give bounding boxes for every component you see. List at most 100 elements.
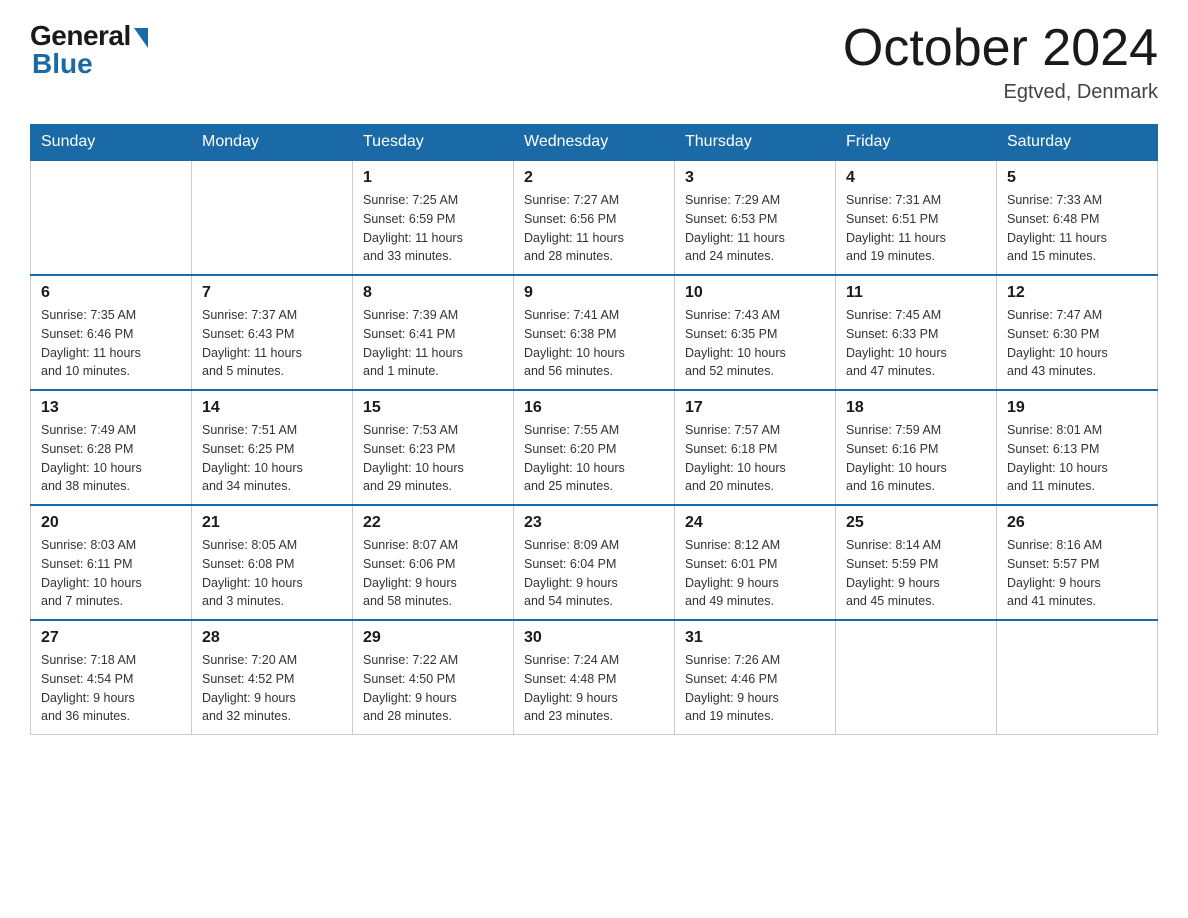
calendar-week-row: 20Sunrise: 8:03 AM Sunset: 6:11 PM Dayli… [31, 505, 1158, 620]
day-info: Sunrise: 8:03 AM Sunset: 6:11 PM Dayligh… [41, 536, 181, 611]
day-info: Sunrise: 7:37 AM Sunset: 6:43 PM Dayligh… [202, 306, 342, 381]
calendar-cell: 21 Sunrise: 8:05 AM Sunset: 6:08 PM Dayli… [192, 505, 353, 620]
day-info: Sunrise: 7:55 AM Sunset: 6:20 PM Dayligh… [524, 421, 664, 496]
calendar-cell: 31 Sunrise: 7:26 AM Sunset: 4:46 PM Dayli… [675, 620, 836, 735]
day-number: 13 [41, 399, 181, 417]
calendar-header-friday: Friday [836, 125, 997, 161]
day-info: Sunrise: 7:51 AM Sunset: 6:25 PM Dayligh… [202, 421, 342, 496]
calendar-cell: 6Sunrise: 7:35 AM Sunset: 6:46 PM Daylig… [31, 275, 192, 390]
calendar-cell: 25 Sunrise: 8:14 AM Sunset: 5:59 PM Dayli… [836, 505, 997, 620]
day-number: 11 [846, 284, 986, 302]
calendar-cell: 1 Sunrise: 7:25 AM Sunset: 6:59 PM Daylig… [353, 160, 514, 275]
location: Egtved, Denmark [843, 81, 1158, 104]
day-info: Sunrise: 7:39 AM Sunset: 6:41 PM Dayligh… [363, 306, 503, 381]
day-number: 17 [685, 399, 825, 417]
day-info: Sunrise: 8:05 AM Sunset: 6:08 PM Dayligh… [202, 536, 342, 611]
calendar-header-row: SundayMondayTuesdayWednesdayThursdayFrid… [31, 125, 1158, 161]
day-info: Sunrise: 7:25 AM Sunset: 6:59 PM Dayligh… [363, 191, 503, 266]
day-info: Sunrise: 7:24 AM Sunset: 4:48 PM Dayligh… [524, 651, 664, 726]
day-number: 19 [1007, 399, 1147, 417]
page-header: General Blue October 2024 Egtved, Denmar… [30, 20, 1158, 104]
day-number: 26 [1007, 514, 1147, 532]
calendar-cell: 5Sunrise: 7:33 AM Sunset: 6:48 PM Daylig… [997, 160, 1158, 275]
calendar-cell: 20Sunrise: 8:03 AM Sunset: 6:11 PM Dayli… [31, 505, 192, 620]
day-number: 21 [202, 514, 342, 532]
day-number: 24 [685, 514, 825, 532]
calendar-header-sunday: Sunday [31, 125, 192, 161]
calendar-cell [997, 620, 1158, 735]
day-info: Sunrise: 8:14 AM Sunset: 5:59 PM Dayligh… [846, 536, 986, 611]
day-number: 25 [846, 514, 986, 532]
day-info: Sunrise: 7:47 AM Sunset: 6:30 PM Dayligh… [1007, 306, 1147, 381]
day-number: 14 [202, 399, 342, 417]
calendar-cell: 26 Sunrise: 8:16 AM Sunset: 5:57 PM Dayli… [997, 505, 1158, 620]
day-info: Sunrise: 7:31 AM Sunset: 6:51 PM Dayligh… [846, 191, 986, 266]
calendar-cell: 14 Sunrise: 7:51 AM Sunset: 6:25 PM Dayli… [192, 390, 353, 505]
calendar-header-wednesday: Wednesday [514, 125, 675, 161]
day-info: Sunrise: 7:45 AM Sunset: 6:33 PM Dayligh… [846, 306, 986, 381]
calendar-cell: 9 Sunrise: 7:41 AM Sunset: 6:38 PM Daylig… [514, 275, 675, 390]
calendar-header-thursday: Thursday [675, 125, 836, 161]
calendar-cell: 12 Sunrise: 7:47 AM Sunset: 6:30 PM Dayli… [997, 275, 1158, 390]
calendar-cell: 27Sunrise: 7:18 AM Sunset: 4:54 PM Dayli… [31, 620, 192, 735]
day-info: Sunrise: 7:53 AM Sunset: 6:23 PM Dayligh… [363, 421, 503, 496]
calendar-cell [31, 160, 192, 275]
day-number: 28 [202, 629, 342, 647]
day-number: 29 [363, 629, 503, 647]
calendar-cell: 2 Sunrise: 7:27 AM Sunset: 6:56 PM Daylig… [514, 160, 675, 275]
calendar-header-monday: Monday [192, 125, 353, 161]
calendar-cell: 28 Sunrise: 7:20 AM Sunset: 4:52 PM Dayli… [192, 620, 353, 735]
calendar-cell: 19 Sunrise: 8:01 AM Sunset: 6:13 PM Dayli… [997, 390, 1158, 505]
month-title: October 2024 [843, 20, 1158, 77]
day-number: 15 [363, 399, 503, 417]
calendar-cell: 13 Sunrise: 7:49 AM Sunset: 6:28 PM Dayli… [31, 390, 192, 505]
day-number: 30 [524, 629, 664, 647]
calendar-cell: 15 Sunrise: 7:53 AM Sunset: 6:23 PM Dayli… [353, 390, 514, 505]
calendar-cell: 24Sunrise: 8:12 AM Sunset: 6:01 PM Dayli… [675, 505, 836, 620]
calendar-cell: 22 Sunrise: 8:07 AM Sunset: 6:06 PM Dayli… [353, 505, 514, 620]
day-info: Sunrise: 7:26 AM Sunset: 4:46 PM Dayligh… [685, 651, 825, 726]
day-number: 2 [524, 169, 664, 187]
day-info: Sunrise: 7:49 AM Sunset: 6:28 PM Dayligh… [41, 421, 181, 496]
calendar-cell: 29Sunrise: 7:22 AM Sunset: 4:50 PM Dayli… [353, 620, 514, 735]
day-info: Sunrise: 7:41 AM Sunset: 6:38 PM Dayligh… [524, 306, 664, 381]
calendar-table: SundayMondayTuesdayWednesdayThursdayFrid… [30, 124, 1158, 735]
day-info: Sunrise: 8:01 AM Sunset: 6:13 PM Dayligh… [1007, 421, 1147, 496]
calendar-cell: 30 Sunrise: 7:24 AM Sunset: 4:48 PM Dayli… [514, 620, 675, 735]
day-number: 22 [363, 514, 503, 532]
day-number: 3 [685, 169, 825, 187]
calendar-cell: 18 Sunrise: 7:59 AM Sunset: 6:16 PM Dayli… [836, 390, 997, 505]
day-number: 23 [524, 514, 664, 532]
title-area: October 2024 Egtved, Denmark [843, 20, 1158, 104]
calendar-cell: 11 Sunrise: 7:45 AM Sunset: 6:33 PM Dayli… [836, 275, 997, 390]
calendar-cell: 3 Sunrise: 7:29 AM Sunset: 6:53 PM Daylig… [675, 160, 836, 275]
day-number: 31 [685, 629, 825, 647]
day-number: 12 [1007, 284, 1147, 302]
calendar-cell: 16 Sunrise: 7:55 AM Sunset: 6:20 PM Dayli… [514, 390, 675, 505]
calendar-week-row: 1 Sunrise: 7:25 AM Sunset: 6:59 PM Daylig… [31, 160, 1158, 275]
day-info: Sunrise: 7:59 AM Sunset: 6:16 PM Dayligh… [846, 421, 986, 496]
day-number: 7 [202, 284, 342, 302]
day-number: 10 [685, 284, 825, 302]
day-info: Sunrise: 7:20 AM Sunset: 4:52 PM Dayligh… [202, 651, 342, 726]
day-info: Sunrise: 7:43 AM Sunset: 6:35 PM Dayligh… [685, 306, 825, 381]
day-info: Sunrise: 8:07 AM Sunset: 6:06 PM Dayligh… [363, 536, 503, 611]
day-info: Sunrise: 7:29 AM Sunset: 6:53 PM Dayligh… [685, 191, 825, 266]
day-info: Sunrise: 7:27 AM Sunset: 6:56 PM Dayligh… [524, 191, 664, 266]
calendar-cell: 7 Sunrise: 7:37 AM Sunset: 6:43 PM Daylig… [192, 275, 353, 390]
logo: General Blue [30, 20, 148, 80]
calendar-cell: 8Sunrise: 7:39 AM Sunset: 6:41 PM Daylig… [353, 275, 514, 390]
day-number: 16 [524, 399, 664, 417]
day-info: Sunrise: 8:09 AM Sunset: 6:04 PM Dayligh… [524, 536, 664, 611]
day-info: Sunrise: 8:16 AM Sunset: 5:57 PM Dayligh… [1007, 536, 1147, 611]
calendar-cell: 17Sunrise: 7:57 AM Sunset: 6:18 PM Dayli… [675, 390, 836, 505]
day-number: 9 [524, 284, 664, 302]
calendar-cell [192, 160, 353, 275]
day-info: Sunrise: 7:33 AM Sunset: 6:48 PM Dayligh… [1007, 191, 1147, 266]
day-number: 1 [363, 169, 503, 187]
day-number: 18 [846, 399, 986, 417]
calendar-week-row: 13 Sunrise: 7:49 AM Sunset: 6:28 PM Dayli… [31, 390, 1158, 505]
calendar-cell: 10 Sunrise: 7:43 AM Sunset: 6:35 PM Dayli… [675, 275, 836, 390]
calendar-header-saturday: Saturday [997, 125, 1158, 161]
logo-blue-text: Blue [32, 48, 93, 80]
